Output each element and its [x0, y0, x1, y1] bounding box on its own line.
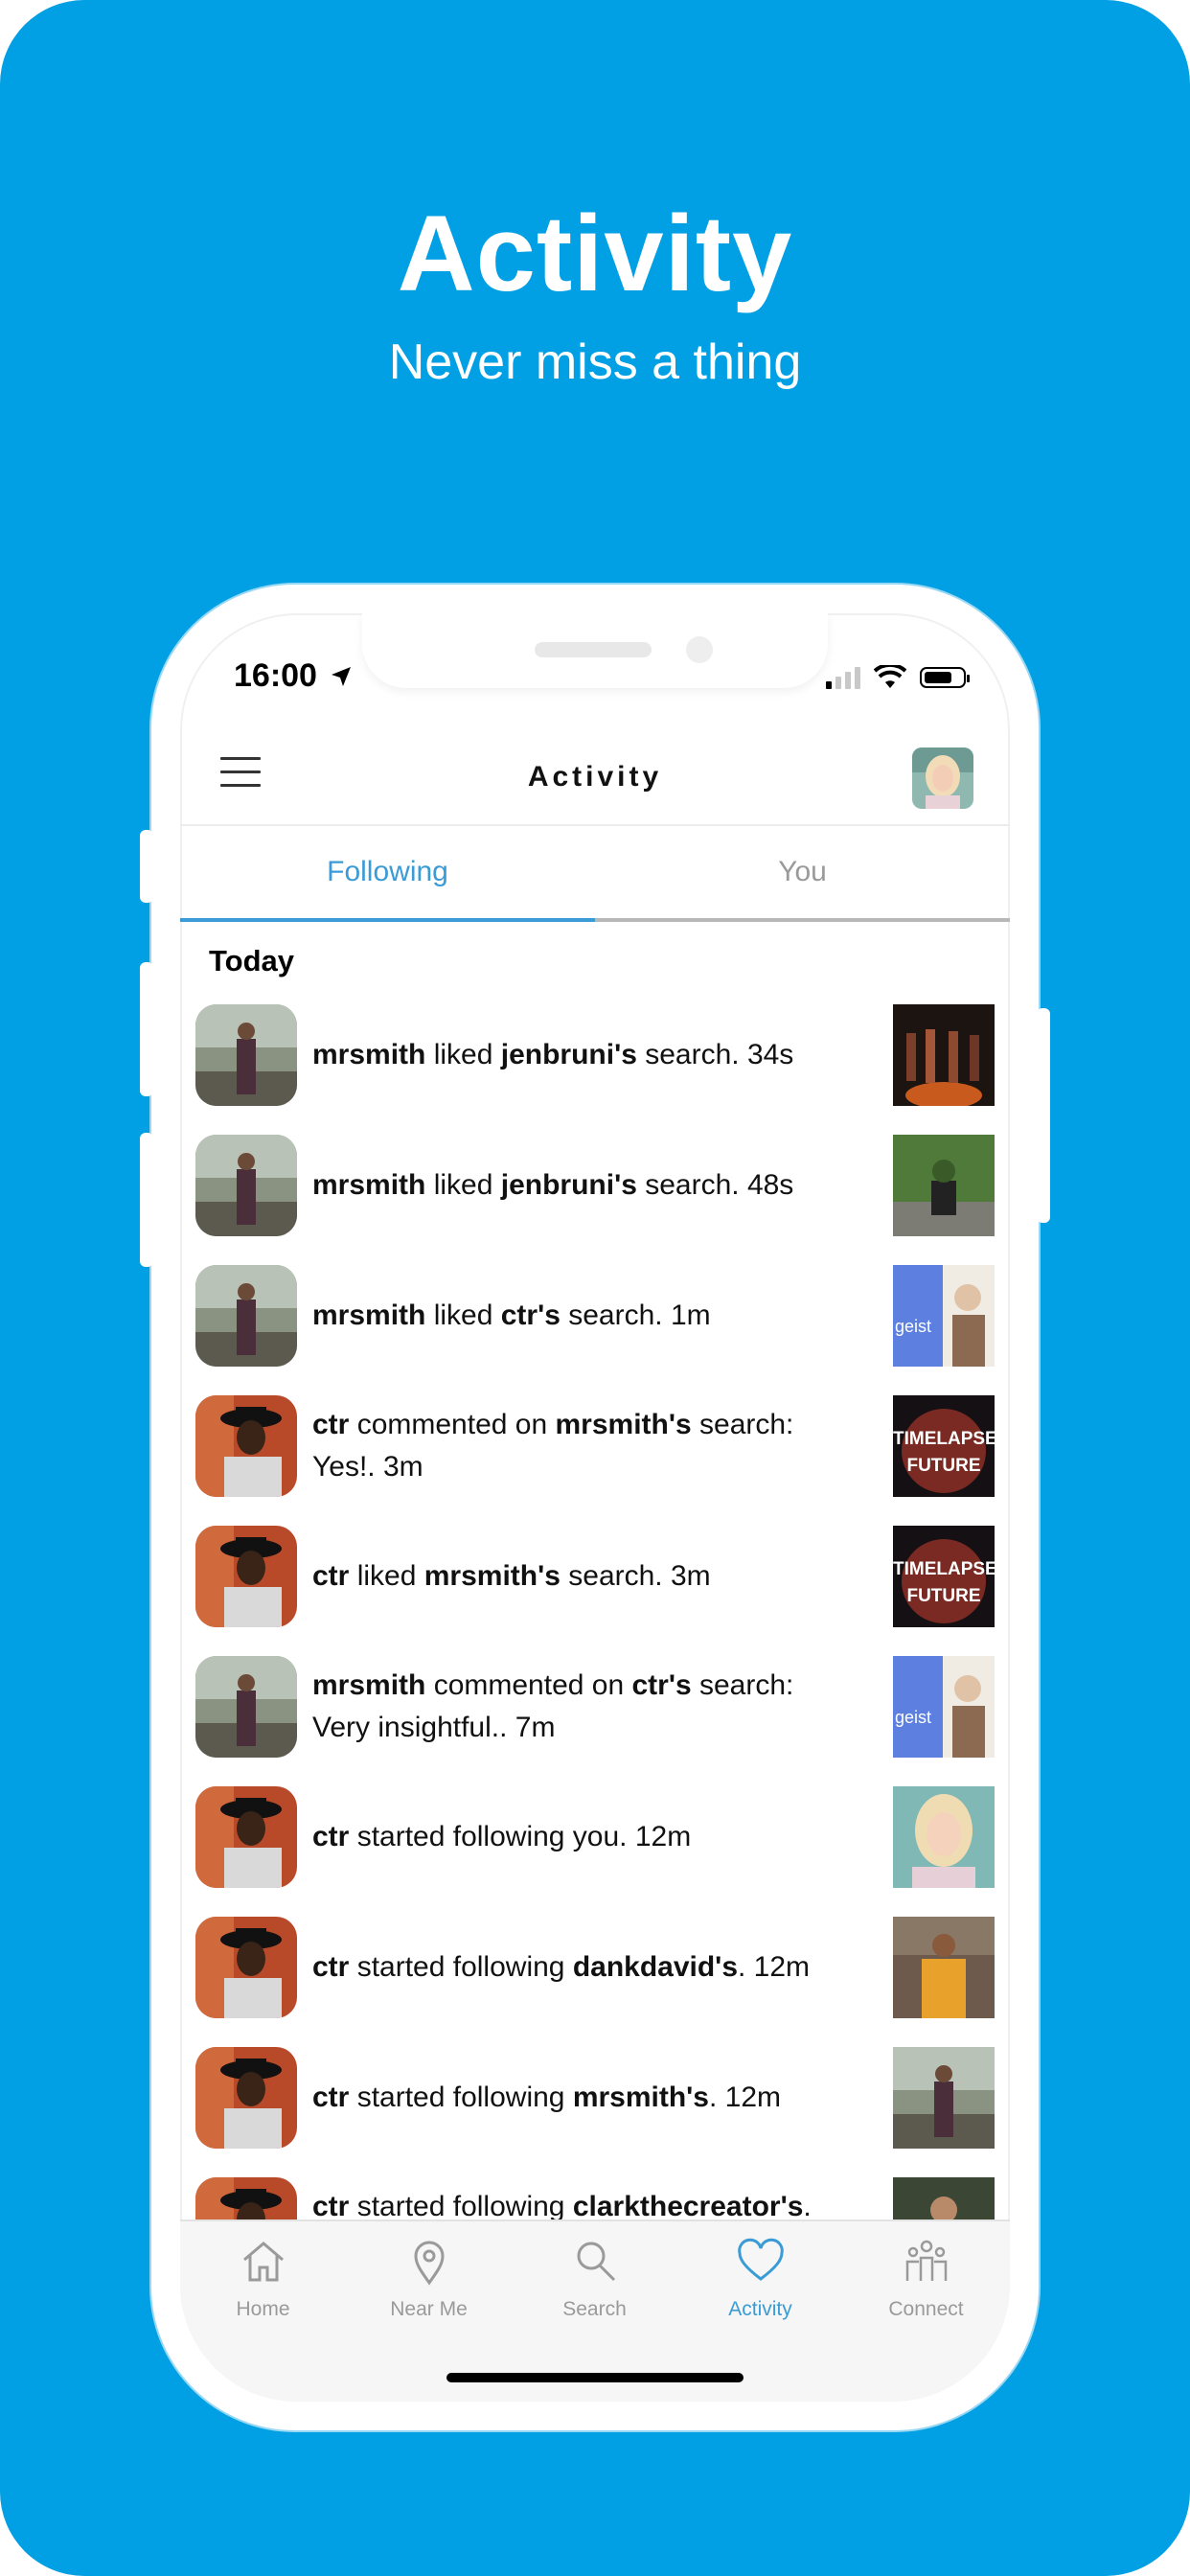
status-time-text: 16:00 [234, 657, 317, 694]
activity-row[interactable]: mrsmith liked jenbruni's search. 48s [180, 1117, 1010, 1248]
ctr-avatar[interactable] [195, 1786, 297, 1888]
campfire-photo[interactable] [893, 1004, 995, 1106]
people-icon [905, 2240, 947, 2281]
hero-subtitle: Never miss a thing [388, 334, 802, 390]
tab-activity-label: Activity [728, 2298, 792, 2320]
notch [362, 613, 828, 688]
timelapse-thumb-text: TIMELAPSE FUTURE [893, 1559, 995, 1606]
home-icon [242, 2242, 284, 2282]
timelapse-thumb-text: TIMELAPSE FUTURE [893, 1429, 995, 1476]
speaker [535, 642, 652, 657]
tab-search[interactable]: Search [512, 2235, 677, 2340]
zeitgeist-thumb[interactable]: geist [893, 1265, 995, 1367]
profile-avatar[interactable] [912, 748, 973, 809]
zeitgeist-thumb[interactable]: geist [893, 1656, 995, 1758]
activity-row[interactable]: mrsmith liked ctr's search. 1m geist [180, 1248, 1010, 1378]
activity-row[interactable]: ctr started following you. 12m [180, 1769, 1010, 1899]
ctr-avatar[interactable] [195, 1526, 297, 1627]
activity-text: mrsmith liked ctr's search. 1m [312, 1300, 711, 1331]
activity-tabs: Following You [180, 826, 1010, 922]
ctr-avatar[interactable] [195, 1395, 297, 1497]
battery-icon [920, 667, 970, 688]
status-time: 16:00 [234, 657, 353, 695]
activity-text: mrsmith commented on ctr's search: Very … [312, 1669, 794, 1743]
activity-text: mrsmith liked jenbruni's search. 48s [312, 1169, 794, 1201]
mrsmith-avatar[interactable] [195, 1135, 297, 1236]
front-camera [686, 636, 713, 663]
activity-row[interactable]: mrsmith commented on ctr's search: Very … [180, 1639, 1010, 1769]
tab-connect[interactable]: Connect [843, 2235, 1009, 2340]
mrsmith-avatar[interactable] [195, 1656, 297, 1758]
activity-text: ctr started following dankdavid's. 12m [312, 1951, 811, 1983]
orange-sweater-photo[interactable] [893, 1917, 995, 2018]
tab-near-me-label: Near Me [390, 2298, 468, 2320]
tab-active-indicator [180, 918, 595, 922]
ctr-avatar[interactable] [195, 2047, 297, 2149]
tab-home[interactable]: Home [180, 2235, 346, 2340]
mrsmith-photo[interactable] [893, 2047, 995, 2149]
phone-power-button [1037, 1008, 1050, 1223]
zeitgeist-thumb-text: geist [895, 1317, 932, 1336]
tab-activity[interactable]: Activity [677, 2235, 843, 2340]
heart-icon [737, 2238, 784, 2281]
activity-row[interactable]: mrsmith liked jenbruni's search. 34s [180, 987, 1010, 1117]
activity-text: ctr commented on mrsmith's search: Yes!.… [312, 1409, 794, 1483]
location-pin-icon [413, 2241, 445, 2286]
mrsmith-avatar[interactable] [195, 1265, 297, 1367]
location-arrow-icon [332, 667, 352, 686]
zeitgeist-thumb-text: geist [895, 1708, 932, 1727]
search-icon [577, 2242, 615, 2282]
status-icons [826, 661, 970, 694]
tab-search-label: Search [562, 2298, 627, 2320]
app-header: Activity [180, 728, 1010, 826]
tab-home-label: Home [236, 2298, 290, 2320]
timelapse-thumb[interactable]: TIMELAPSE FUTURE [893, 1526, 995, 1627]
mrsmith-avatar[interactable] [195, 1004, 297, 1106]
activity-row[interactable]: ctr started following mrsmith's. 12m [180, 2030, 1010, 2160]
home-indicator[interactable] [446, 2373, 744, 2382]
tab-connect-label: Connect [888, 2298, 964, 2320]
app-header-title: Activity [527, 761, 663, 793]
activity-row[interactable]: ctr started following dankdavid's. 12m [180, 1899, 1010, 2030]
activity-text: ctr started following you. 12m [312, 1821, 692, 1852]
wifi-icon [874, 665, 906, 688]
tab-you[interactable]: You [595, 826, 1010, 918]
tab-near-me[interactable]: Near Me [346, 2235, 512, 2340]
phone-screen: 16:00 Activity Following You Today mrsmi… [180, 613, 1010, 2402]
app-store-screenshot: Activity Never miss a thing 16:00 Activi… [0, 0, 1190, 2576]
section-title-today: Today [209, 944, 294, 978]
blonde-woman-photo[interactable] [893, 1786, 995, 1888]
tab-following[interactable]: Following [180, 826, 595, 918]
cellular-signal-icon [826, 666, 860, 689]
timelapse-thumb[interactable]: TIMELAPSE FUTURE [893, 1395, 995, 1497]
phone-frame: 16:00 Activity Following You Today mrsmi… [151, 585, 1039, 2430]
activity-text: ctr started following mrsmith's. 12m [312, 2082, 782, 2113]
garden-photo[interactable] [893, 1135, 995, 1236]
activity-text: mrsmith liked jenbruni's search. 34s [312, 1039, 794, 1070]
activity-row[interactable]: ctr commented on mrsmith's search: Yes!.… [180, 1378, 1010, 1508]
activity-row[interactable]: ctr liked mrsmith's search. 3m TIMELAPSE… [180, 1508, 1010, 1639]
ctr-avatar[interactable] [195, 1917, 297, 2018]
activity-text: ctr liked mrsmith's search. 3m [312, 1560, 711, 1592]
hero-title: Activity [397, 194, 793, 313]
